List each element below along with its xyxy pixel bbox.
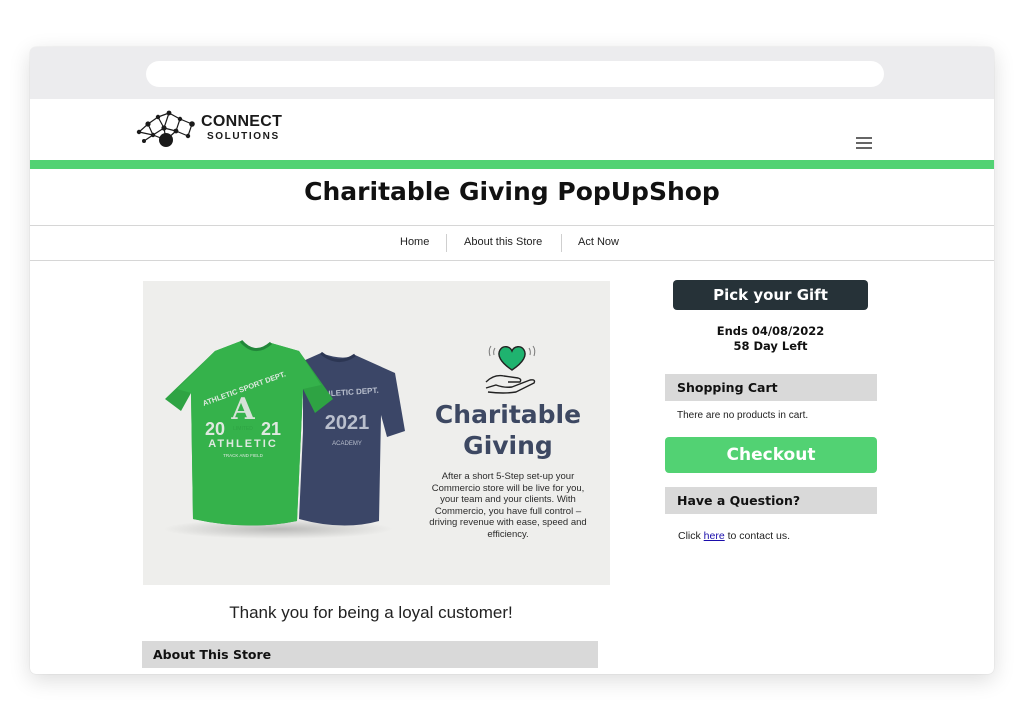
logo[interactable]: CONNECT SOLUTIONS bbox=[136, 109, 286, 149]
question-heading-text: Have a Question? bbox=[677, 493, 801, 508]
tshirts-image: ATHLETIC DEPT. 2021 ACADEMY ATHLETIC SPO… bbox=[163, 339, 405, 539]
about-store-heading: About This Store bbox=[142, 641, 598, 668]
hamburger-menu-icon[interactable] bbox=[856, 137, 872, 151]
thanks-message: Thank you for being a loyal customer! bbox=[229, 603, 513, 622]
main-nav: Home About this Store Act Now bbox=[30, 225, 994, 261]
nav-about[interactable]: About this Store bbox=[464, 236, 542, 248]
hero-banner: ATHLETIC DEPT. 2021 ACADEMY ATHLETIC SPO… bbox=[143, 281, 610, 585]
browser-toolbar bbox=[30, 47, 994, 99]
ends-date: Ends 04/08/2022 bbox=[716, 324, 825, 338]
contact-text: Click here to contact us. bbox=[678, 530, 790, 542]
pick-gift-button[interactable]: Pick your Gift bbox=[673, 280, 868, 310]
green-shirt-word: ATHLETIC bbox=[208, 438, 278, 450]
green-shirt-sub: TRACK AND FIELD bbox=[223, 453, 264, 458]
contact-link[interactable]: here bbox=[704, 530, 725, 542]
days-left: 58 Day Left bbox=[733, 339, 808, 353]
navy-shirt-year: 2021 bbox=[325, 412, 370, 434]
shopping-cart-heading-text: Shopping Cart bbox=[677, 380, 778, 395]
nav-divider bbox=[561, 234, 562, 252]
hero-title-line1: Charitable bbox=[434, 400, 582, 429]
about-store-heading-text: About This Store bbox=[153, 647, 272, 662]
nav-home[interactable]: Home bbox=[400, 236, 429, 248]
green-shirt-letter: A bbox=[230, 392, 255, 427]
shopping-cart-heading: Shopping Cart bbox=[665, 374, 877, 401]
nav-act-now[interactable]: Act Now bbox=[578, 236, 619, 248]
accent-bar bbox=[30, 160, 994, 169]
hero-title: Charitable Giving bbox=[423, 399, 593, 461]
logo-title: CONNECT bbox=[201, 113, 283, 130]
green-shirt-year-left: 20 bbox=[205, 419, 225, 439]
page-title: Charitable Giving PopUpShop bbox=[304, 177, 720, 206]
heart-hand-icon bbox=[485, 345, 536, 394]
navy-shirt-word: ACADEMY bbox=[332, 441, 362, 447]
hero-title-line2: Giving bbox=[463, 431, 553, 460]
contact-suffix: to contact us. bbox=[724, 530, 791, 542]
nav-divider bbox=[446, 234, 447, 252]
hero-description: After a short 5-Step set-up your Commerc… bbox=[429, 471, 587, 540]
contact-prefix: Click bbox=[678, 530, 704, 542]
green-shirt-year-right: 21 bbox=[261, 419, 281, 439]
browser-window: CONNECT SOLUTIONS Charitable Giving PopU… bbox=[30, 47, 994, 674]
question-heading: Have a Question? bbox=[665, 487, 877, 514]
offer-deadline: Ends 04/08/2022 58 Day Left bbox=[673, 324, 868, 354]
green-shirt-tag: LIMITED bbox=[233, 426, 253, 432]
checkout-button[interactable]: Checkout bbox=[665, 437, 877, 473]
cart-empty-message: There are no products in cart. bbox=[677, 410, 809, 421]
logo-subtitle: SOLUTIONS bbox=[207, 131, 280, 142]
address-bar[interactable] bbox=[146, 61, 884, 87]
network-logo-icon bbox=[136, 110, 195, 147]
